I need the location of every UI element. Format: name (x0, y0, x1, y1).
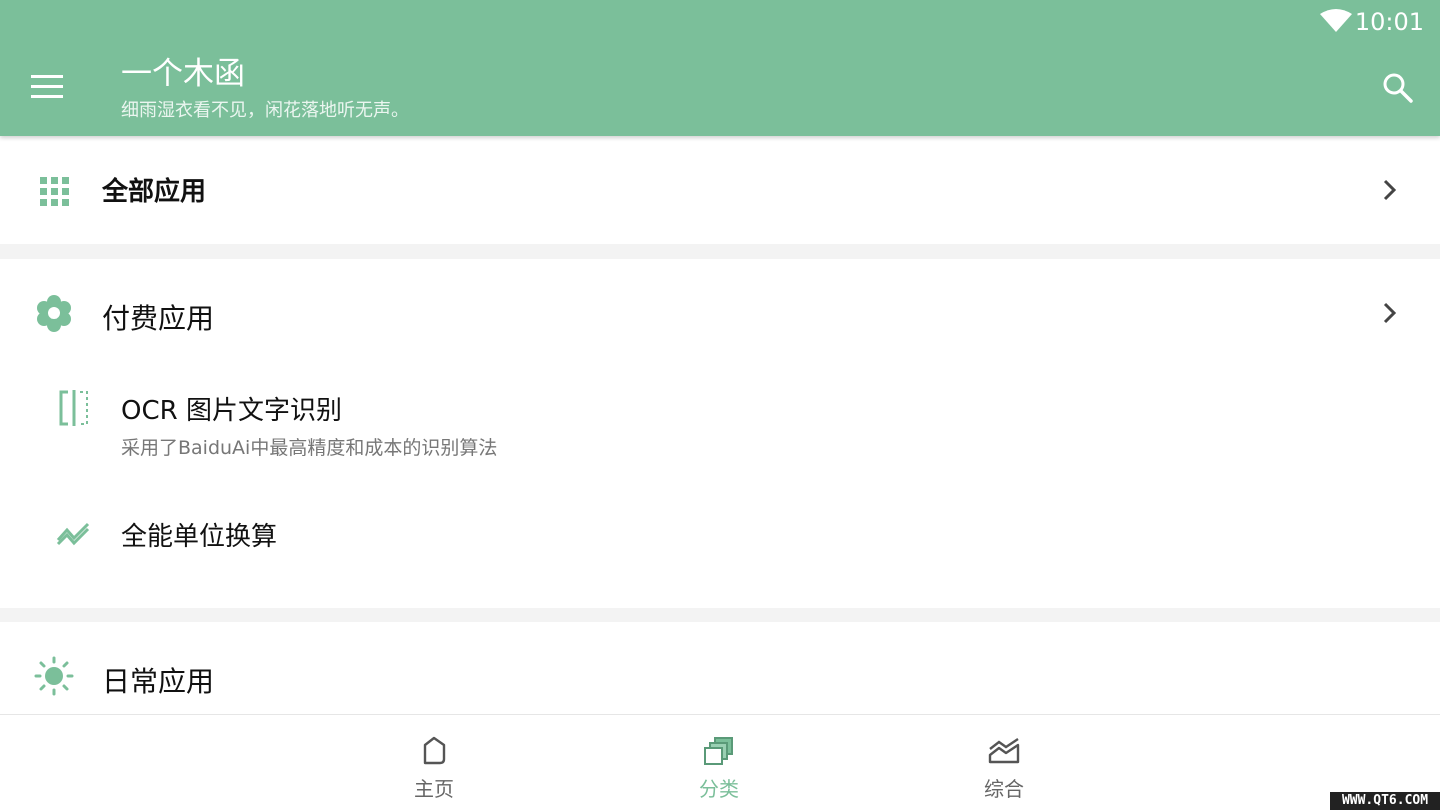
chevron-right-icon (1383, 179, 1397, 201)
search-button[interactable] (1380, 70, 1416, 106)
nav-tab-general[interactable]: 综合 (944, 715, 1064, 811)
category-daily-apps[interactable]: 日常应用 (0, 622, 1440, 714)
nav-tab-category[interactable]: 分类 (659, 715, 779, 811)
menu-icon (31, 75, 63, 98)
category-all-apps[interactable]: 全部应用 (0, 136, 1440, 244)
category-all-label: 全部应用 (102, 177, 207, 207)
ocr-scan-icon (59, 390, 88, 426)
section-divider (0, 244, 1440, 259)
home-icon (423, 736, 446, 765)
trend-icon (56, 522, 90, 546)
nav-tab-label: 综合 (984, 777, 1024, 801)
category-daily-label: 日常应用 (102, 665, 215, 698)
status-time: 10:01 (1354, 8, 1424, 36)
chart-icon (988, 738, 1020, 764)
section-divider (0, 608, 1440, 622)
chevron-right-icon (1383, 302, 1397, 324)
search-icon (1383, 73, 1413, 103)
menu-button[interactable] (28, 70, 66, 104)
app-bar: 10:01 一个木函 细雨湿衣看不见，闲花落地听无声。 (0, 0, 1440, 136)
app-item-title: OCR 图片文字识别 (121, 396, 342, 426)
nav-tab-home[interactable]: 主页 (374, 715, 494, 811)
watermark: WWW.QT6.COM (1330, 792, 1440, 810)
flower-icon (37, 295, 71, 332)
nav-tab-label: 主页 (414, 777, 454, 801)
category-paid-label: 付费应用 (102, 302, 215, 335)
category-list: 全部应用 付费应用 OCR 图片文字识别 采用了BaiduAi中最高精度和成本的… (0, 136, 1440, 714)
app-item-desc: 采用了BaiduAi中最高精度和成本的识别算法 (121, 437, 498, 459)
app-item-ocr[interactable]: OCR 图片文字识别 采用了BaiduAi中最高精度和成本的识别算法 (0, 372, 1440, 470)
wifi-icon (1320, 9, 1352, 32)
app-subtitle: 细雨湿衣看不见，闲花落地听无声。 (121, 100, 409, 121)
app-item-title: 全能单位换算 (121, 522, 278, 552)
app-item-unit-conversion[interactable]: 全能单位换算 (0, 496, 1440, 576)
app-title: 一个木函 (121, 56, 245, 92)
bottom-navigation: 主页 分类 综合 (0, 714, 1440, 811)
grid-icon (40, 177, 69, 206)
category-icon (704, 737, 733, 765)
category-paid-apps[interactable]: 付费应用 (0, 259, 1440, 369)
sun-icon (34, 656, 74, 696)
nav-tab-label: 分类 (699, 777, 739, 801)
